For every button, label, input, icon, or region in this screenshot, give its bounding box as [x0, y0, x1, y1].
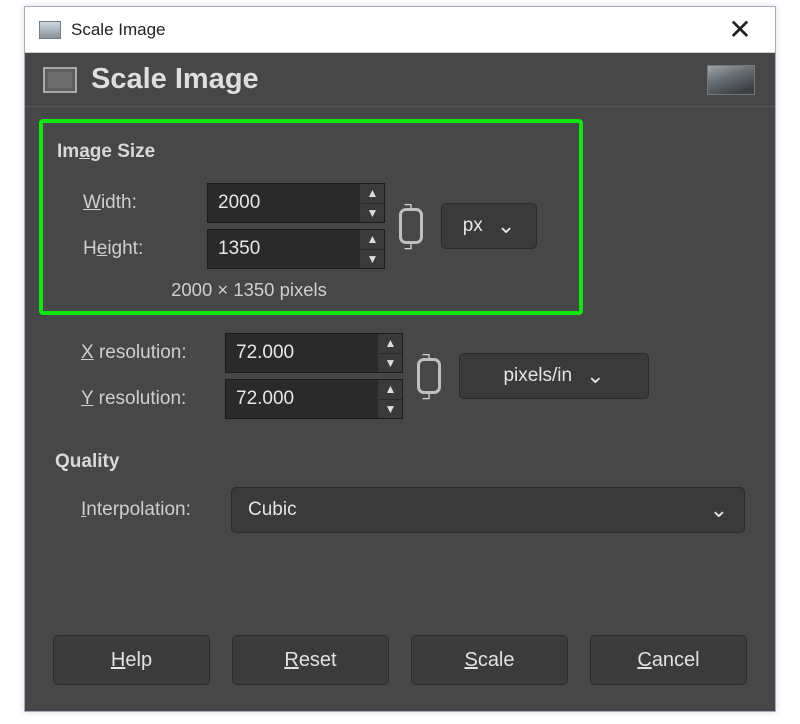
quality-label: Quality: [55, 451, 745, 473]
image-size-section: Image Size Width: ▲ ▼: [39, 119, 583, 315]
pixel-size-text: 2000 × 1350 pixels: [57, 279, 441, 301]
scale-image-window: Scale Image ✕ Scale Image Image Size Wid…: [24, 6, 776, 712]
interpolation-label: Interpolation:: [55, 499, 231, 521]
resolution-section: X resolution: ▲ ▼: [55, 327, 745, 425]
width-spinbox[interactable]: ▲ ▼: [207, 183, 385, 223]
x-resolution-input[interactable]: [226, 334, 378, 372]
close-icon[interactable]: ✕: [715, 7, 765, 53]
titlebar[interactable]: Scale Image ✕: [25, 7, 775, 53]
height-step-down[interactable]: ▼: [361, 249, 384, 269]
image-thumbnail: [707, 65, 755, 95]
width-label: Width:: [57, 192, 207, 214]
cancel-button[interactable]: Cancel: [590, 635, 747, 685]
height-spinbox[interactable]: ▲ ▼: [207, 229, 385, 269]
width-input[interactable]: [208, 184, 360, 222]
dialog-header: Scale Image: [25, 53, 775, 107]
chevron-down-icon: ⌄: [586, 363, 604, 389]
size-unit-dropdown[interactable]: px ⌄: [441, 203, 537, 249]
height-step-up[interactable]: ▲: [361, 230, 384, 249]
scale-image-icon: [43, 67, 77, 93]
yres-step-down[interactable]: ▼: [379, 399, 402, 419]
yres-step-up[interactable]: ▲: [379, 380, 402, 399]
button-bar: Help Reset Scale Cancel: [25, 617, 775, 711]
dialog-body: Scale Image Image Size Width:: [25, 53, 775, 711]
width-step-down[interactable]: ▼: [361, 203, 384, 223]
x-resolution-label: X resolution:: [55, 342, 225, 364]
help-button[interactable]: Help: [53, 635, 210, 685]
window-title: Scale Image: [71, 20, 166, 40]
dialog-title: Scale Image: [91, 63, 259, 96]
scale-button[interactable]: Scale: [411, 635, 568, 685]
reset-button[interactable]: Reset: [232, 635, 389, 685]
xres-step-down[interactable]: ▼: [379, 353, 402, 373]
chevron-down-icon: ⌄: [710, 497, 728, 523]
y-resolution-input[interactable]: [226, 380, 378, 418]
resolution-link-icon[interactable]: ┐ ┘: [409, 348, 449, 404]
height-input[interactable]: [208, 230, 360, 268]
y-resolution-label: Y resolution:: [55, 388, 225, 410]
x-resolution-spinbox[interactable]: ▲ ▼: [225, 333, 403, 373]
width-step-up[interactable]: ▲: [361, 184, 384, 203]
image-size-label: Image Size: [57, 141, 565, 163]
height-label: Height:: [57, 238, 207, 260]
interpolation-value: Cubic: [248, 499, 297, 521]
interpolation-dropdown[interactable]: Cubic ⌄: [231, 487, 745, 533]
resolution-unit-dropdown[interactable]: pixels/in ⌄: [459, 353, 649, 399]
app-icon: [39, 21, 61, 39]
resolution-unit-value: pixels/in: [503, 365, 572, 387]
y-resolution-spinbox[interactable]: ▲ ▼: [225, 379, 403, 419]
xres-step-up[interactable]: ▲: [379, 334, 402, 353]
aspect-link-icon[interactable]: ┐ ┘: [391, 198, 431, 254]
chevron-down-icon: ⌄: [497, 213, 515, 239]
size-unit-value: px: [463, 215, 483, 237]
